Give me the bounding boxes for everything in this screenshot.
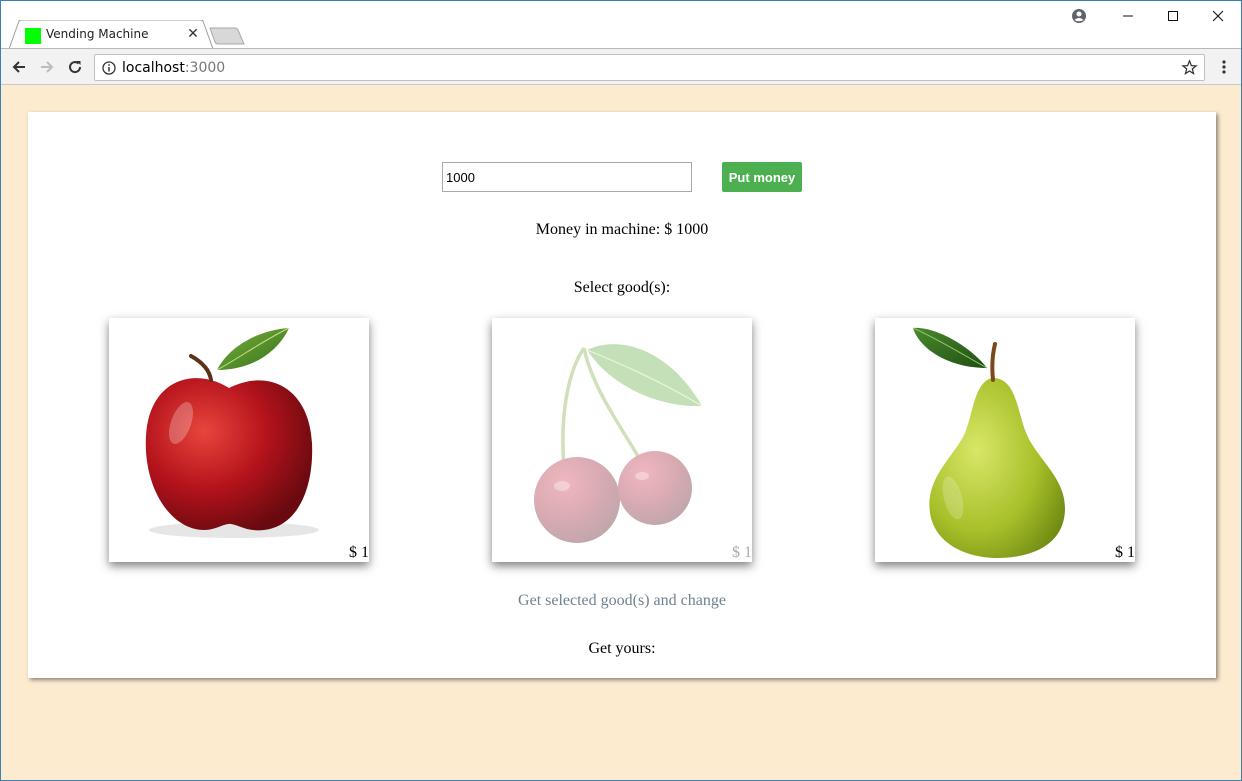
price-label: $ 1	[1115, 544, 1135, 561]
bookmark-star-icon[interactable]	[1181, 59, 1198, 76]
put-money-button[interactable]: Put money	[722, 162, 802, 192]
profile-icon[interactable]	[1071, 8, 1087, 24]
forward-arrow-icon[interactable]	[37, 57, 57, 77]
apple-image	[145, 327, 319, 538]
close-window-icon[interactable]	[1195, 5, 1241, 27]
menu-kebab-icon[interactable]	[1215, 58, 1233, 76]
back-arrow-icon[interactable]	[9, 57, 29, 77]
price-label: $ 1	[349, 544, 369, 561]
good-card-apple[interactable]: $ 1	[109, 318, 369, 562]
money-input[interactable]	[442, 162, 692, 192]
browser-toolbar: localhost:3000	[1, 48, 1241, 85]
maximize-icon[interactable]	[1150, 5, 1196, 27]
get-yours-label: Get yours:	[588, 640, 656, 657]
vending-machine-panel: Put money Money in machine: $ 1000 Selec…	[28, 112, 1216, 678]
tab-title: Vending Machine	[46, 27, 149, 41]
get-goods-and-change-button[interactable]: Get selected good(s) and change	[28, 592, 1216, 610]
minimize-icon[interactable]	[1105, 5, 1151, 27]
info-icon[interactable]	[102, 61, 116, 75]
good-card-cherry[interactable]: $ 1	[492, 318, 752, 562]
browser-window: Vending Machine ✕ localhost:3000 1000 Pu…	[0, 0, 1242, 781]
favicon-icon	[25, 28, 41, 44]
new-tab-button[interactable]	[209, 27, 245, 45]
url-text: localhost:3000	[122, 60, 226, 76]
reload-icon[interactable]	[65, 57, 85, 77]
close-tab-icon[interactable]: ✕	[185, 25, 201, 41]
pear-image	[912, 327, 1065, 558]
address-bar[interactable]: localhost:3000	[94, 54, 1205, 81]
price-label: $ 1	[732, 544, 752, 561]
select-goods-label: Select good(s):	[573, 279, 671, 296]
tab-strip: Vending Machine ✕	[1, 1, 1241, 49]
tab-vending-machine[interactable]: Vending Machine ✕	[9, 20, 213, 49]
good-card-pear[interactable]: $ 1	[875, 318, 1135, 562]
cherry-image	[534, 344, 703, 543]
money-in-machine-text: Money in machine: $ 1000	[535, 221, 709, 238]
